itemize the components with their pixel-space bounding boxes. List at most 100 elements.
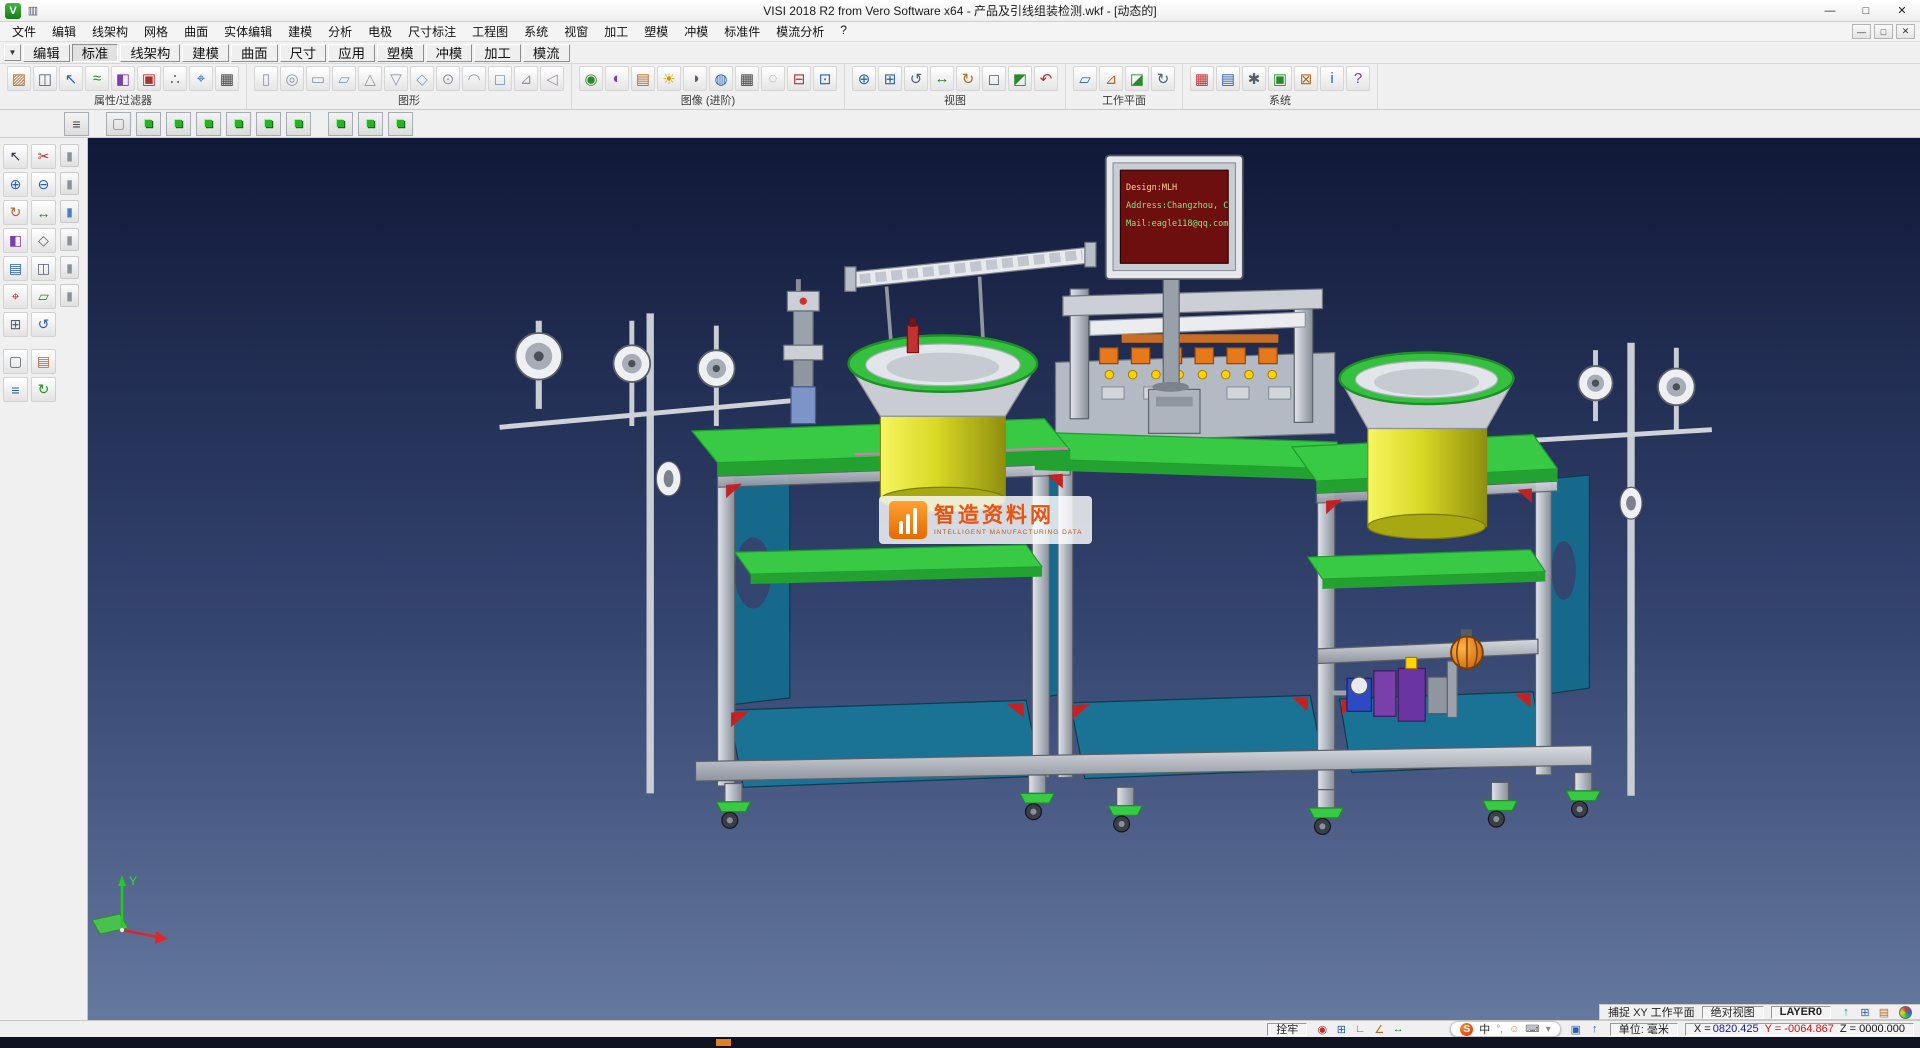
wireframe-mode-icon[interactable]: ◇ xyxy=(31,228,56,253)
undo-view-icon[interactable]: ↺ xyxy=(31,312,56,337)
menu-item[interactable]: 视窗 xyxy=(556,22,596,41)
gfx-cylinder-icon[interactable]: ▯ xyxy=(254,66,278,91)
gfx-plane-icon[interactable]: ▱ xyxy=(332,66,356,91)
menu-item[interactable]: 标准件 xyxy=(716,22,768,41)
tab[interactable]: 编辑 xyxy=(23,44,70,62)
sys-colors-icon[interactable]: ▦ xyxy=(1190,66,1214,91)
dock-slot-2-icon[interactable]: ▮ xyxy=(60,172,79,195)
panel-up-icon[interactable]: ↑ xyxy=(1587,1022,1603,1036)
dock-slot-3-icon[interactable]: ▮ xyxy=(60,200,79,223)
ime-keyboard-icon[interactable]: ⌨ xyxy=(1525,1024,1539,1035)
menu-item[interactable]: 分析 xyxy=(320,22,360,41)
snap-track-icon[interactable]: ↔ xyxy=(1390,1022,1406,1036)
ime-emoji-icon[interactable]: ☺ xyxy=(1509,1024,1519,1035)
attr-copy-icon[interactable]: ◫ xyxy=(33,66,57,91)
view-cube-back-icon[interactable]: ■ xyxy=(286,112,311,136)
gfx-prism-icon[interactable]: △ xyxy=(358,66,382,91)
workplane-face-icon[interactable]: ◪ xyxy=(1125,66,1149,91)
dock-slot-4-icon[interactable]: ▮ xyxy=(60,228,79,251)
mdi-close-icon[interactable]: ✕ xyxy=(1896,24,1915,39)
ime-punct-icon[interactable]: °, xyxy=(1496,1024,1503,1035)
tab[interactable]: 应用 xyxy=(328,44,375,62)
gfx-diamond-icon[interactable]: ◇ xyxy=(410,66,434,91)
panel-grid-icon[interactable]: ▣ xyxy=(1568,1022,1584,1036)
ime-more-icon[interactable]: ▾ xyxy=(1546,1024,1551,1035)
layers-icon[interactable]: ▤ xyxy=(3,256,28,281)
view-cube-dynamic-icon[interactable]: ■ xyxy=(388,112,413,136)
mdi-restore-icon[interactable]: □ xyxy=(1874,24,1893,39)
menu-item[interactable]: 实体编辑 xyxy=(216,22,280,41)
workplane-3pt-icon[interactable]: ⊿ xyxy=(1099,66,1123,91)
rotate-icon[interactable]: ↻ xyxy=(956,66,980,91)
dock-slot-6-icon[interactable]: ▮ xyxy=(60,284,79,307)
gfx-tube-icon[interactable]: ◎ xyxy=(280,66,304,91)
view-cube-axon-icon[interactable]: ■ xyxy=(358,112,383,136)
tab[interactable]: 塑模 xyxy=(377,44,424,62)
tray-up-icon[interactable]: ↑ xyxy=(1838,1005,1854,1019)
tab[interactable]: 冲模 xyxy=(426,44,473,62)
dock-slot-5-icon[interactable]: ▮ xyxy=(60,256,79,279)
menu-item[interactable]: 模流分析 xyxy=(768,22,832,41)
zoom-window-icon[interactable]: ⊞ xyxy=(878,66,902,91)
shade-mode-icon[interactable]: ◧ xyxy=(3,228,28,253)
viewlist-menu-icon[interactable]: ≡ xyxy=(64,112,89,136)
img-clip-icon[interactable]: ⊟ xyxy=(787,66,811,91)
close-button[interactable]: ✕ xyxy=(1884,0,1920,21)
img-render-icon[interactable]: ◐ xyxy=(605,66,629,91)
sys-screen-icon[interactable]: ▣ xyxy=(1268,66,1292,91)
view-cube-top-icon[interactable]: ■ xyxy=(166,112,191,136)
snap-ortho-icon[interactable]: ∟ xyxy=(1352,1022,1368,1036)
img-shadow-icon[interactable]: ◑ xyxy=(683,66,707,91)
menu-item[interactable]: 网格 xyxy=(136,22,176,41)
menu-item[interactable]: ? xyxy=(832,22,855,41)
view-cube-left-icon[interactable]: ■ xyxy=(256,112,281,136)
menu-item[interactable]: 塑模 xyxy=(636,22,676,41)
surface-filter-icon[interactable]: ◧ xyxy=(111,66,135,91)
maximize-button[interactable]: □ xyxy=(1848,0,1884,21)
mask-icon[interactable]: ◫ xyxy=(31,256,56,281)
gfx-cone-icon[interactable]: ▽ xyxy=(384,66,408,91)
lock-field[interactable]: 拴牢 xyxy=(1267,1023,1307,1036)
menu-item[interactable]: 线架构 xyxy=(84,22,136,41)
snap-angle-icon[interactable]: ∠ xyxy=(1371,1022,1387,1036)
tab[interactable]: 尺寸 xyxy=(280,44,327,62)
menu-item[interactable]: 工程图 xyxy=(464,22,516,41)
ime-lang-toggle[interactable]: 中 xyxy=(1479,1021,1490,1037)
point-filter-icon[interactable]: ∴ xyxy=(163,66,187,91)
solid-filter-icon[interactable]: ▣ xyxy=(137,66,161,91)
view-back-icon[interactable]: ↶ xyxy=(1034,66,1058,91)
sys-info-icon[interactable]: i xyxy=(1320,66,1344,91)
sys-help-icon[interactable]: ? xyxy=(1346,66,1370,91)
tab[interactable]: 曲面 xyxy=(231,44,278,62)
workplane-icon[interactable]: ▱ xyxy=(31,284,56,309)
minimize-button[interactable]: — xyxy=(1812,0,1848,21)
mdi-minimize-icon[interactable]: — xyxy=(1852,24,1871,39)
gfx-wedge-icon[interactable]: ⊿ xyxy=(514,66,538,91)
render-sphere-icon[interactable] xyxy=(1899,1006,1912,1019)
grid-panel-icon[interactable]: ⊞ xyxy=(1857,1005,1873,1019)
menu-item[interactable]: 冲模 xyxy=(676,22,716,41)
menu-item[interactable]: 电极 xyxy=(360,22,400,41)
tab[interactable]: 标准 xyxy=(72,44,119,62)
view-blank-icon[interactable]: ▢ xyxy=(106,112,131,136)
measure-icon[interactable]: ⌖ xyxy=(3,284,28,309)
zoom-out-icon[interactable]: ⊖ xyxy=(31,172,56,197)
attr-paint-icon[interactable]: ▨ xyxy=(7,66,31,91)
taskbar-app-peek[interactable] xyxy=(716,1039,731,1046)
select-filter-icon[interactable]: ↖ xyxy=(59,66,83,91)
pan-view-icon[interactable]: ↔ xyxy=(31,200,56,225)
trim-icon[interactable]: ✂ xyxy=(31,144,56,169)
dock-slot-1-icon[interactable]: ▮ xyxy=(60,144,79,167)
view-front-icon[interactable]: ◻ xyxy=(982,66,1006,91)
sys-settings-icon[interactable]: ✱ xyxy=(1242,66,1266,91)
view-cube-front-icon[interactable]: ■ xyxy=(196,112,221,136)
qa-print-icon[interactable]: ▥ xyxy=(24,2,42,19)
workplane-reset-icon[interactable]: ↻ xyxy=(1151,66,1175,91)
refresh-icon[interactable]: ↻ xyxy=(31,377,56,402)
gfx-cube-icon[interactable]: ◻ xyxy=(488,66,512,91)
menu-item[interactable]: 曲面 xyxy=(176,22,216,41)
tab-dropdown-icon[interactable]: ▼ xyxy=(4,44,21,61)
menu-item[interactable]: 建模 xyxy=(280,22,320,41)
select-icon[interactable]: ↖ xyxy=(3,144,28,169)
img-capture-icon[interactable]: ⊡ xyxy=(813,66,837,91)
